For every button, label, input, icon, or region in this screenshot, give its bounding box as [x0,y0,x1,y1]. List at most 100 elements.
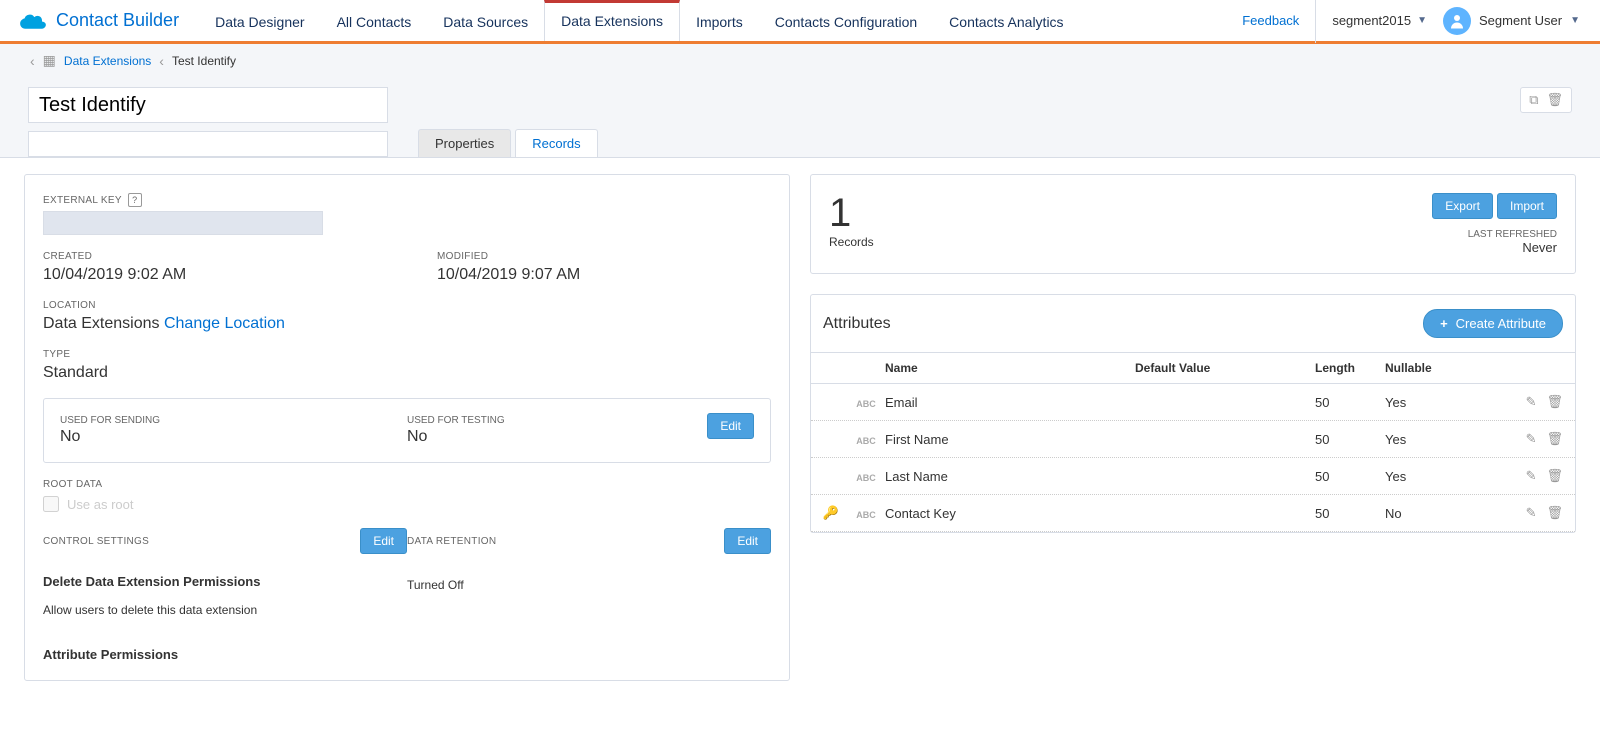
attributes-title: Attributes [823,315,891,333]
modified-value: 10/04/2019 9:07 AM [437,266,771,284]
data-retention-label: DATA RETENTION [407,536,496,547]
records-count: 1 [829,193,874,233]
root-data-label: ROOT DATA [43,479,771,490]
location-label: LOCATION [43,300,771,311]
trash-icon[interactable]: 🗑 [1546,394,1563,410]
app-title: Contact Builder [56,10,179,31]
breadcrumb-current: Test Identify [172,54,236,68]
import-button[interactable]: Import [1497,193,1557,219]
attr-name: Email [881,395,1135,410]
type-icon: ABC [851,469,881,484]
nav-tab-contacts-configuration[interactable]: Contacts Configuration [759,0,933,41]
records-label: Records [829,235,874,249]
table-header: Name Default Value Length Nullable [811,352,1575,384]
nav-tab-contacts-analytics[interactable]: Contacts Analytics [933,0,1079,41]
edit-control-settings-button[interactable]: Edit [360,528,407,554]
last-refreshed-value: Never [1468,240,1557,255]
content-tabs: PropertiesRecords [418,129,602,157]
modified-label: MODIFIED [437,251,771,262]
nav-tab-data-sources[interactable]: Data Sources [427,0,544,41]
table-row[interactable]: ABCFirst Name 50Yes ✎ 🗑 [811,421,1575,458]
used-testing-label: USED FOR TESTING [407,415,754,426]
attr-name: Contact Key [881,506,1135,521]
trash-icon[interactable]: 🗑 [1546,468,1563,484]
trash-icon[interactable]: 🗑 [1546,431,1563,447]
nav-right: Feedback segment2015 ▼ Segment User ▼ [1242,0,1600,43]
salesforce-cloud-icon [20,12,46,30]
type-icon: ABC [851,506,881,521]
change-location-link[interactable]: Change Location [164,315,285,332]
used-sending-value: No [60,428,407,446]
extension-name-input[interactable] [28,87,388,123]
col-length: Length [1315,361,1385,375]
external-key-label: EXTERNAL KEY ? [43,193,771,207]
edit-sending-button[interactable]: Edit [707,413,754,439]
control-settings-label: CONTROL SETTINGS [43,536,149,547]
attr-length: 50 [1315,506,1385,521]
table-row[interactable]: 🔑ABCContact Key50No✎🗑 [811,495,1575,532]
data-retention-value: Turned Off [407,578,771,592]
account-selector[interactable]: segment2015 ▼ [1315,0,1427,43]
user-name: Segment User [1479,13,1562,28]
top-nav: Contact Builder Data DesignerAll Contact… [0,0,1600,44]
location-value: Data Extensions Change Location [43,315,771,333]
created-label: CREATED [43,251,377,262]
col-default: Default Value [1135,361,1315,375]
nav-tab-all-contacts[interactable]: All Contacts [321,0,428,41]
edit-icon[interactable]: ✎ [1526,505,1537,521]
type-icon: ABC [851,395,881,410]
table-row[interactable]: ABCLast Name50Yes✎🗑 [811,458,1575,495]
external-key-field [43,211,323,235]
help-icon[interactable]: ? [128,193,142,207]
extension-description-input[interactable] [28,131,388,157]
attr-length: 50 [1315,432,1385,447]
trash-icon[interactable]: 🗑 [1546,505,1563,521]
attr-length: 50 [1315,395,1385,410]
attr-name: Last Name [881,469,1135,484]
attr-nullable: Yes [1385,395,1505,410]
copy-icon[interactable]: ⧉ [1529,92,1538,108]
edit-icon[interactable]: ✎ [1526,468,1537,484]
type-icon: ABC [851,432,881,447]
user-menu[interactable]: Segment User ▼ [1443,7,1580,35]
use-as-root-label: Use as root [67,497,133,512]
used-sending-label: USED FOR SENDING [60,415,407,426]
chevron-down-icon: ▼ [1570,15,1580,26]
properties-card: EXTERNAL KEY ? CREATED 10/04/2019 9:02 A… [24,174,790,681]
breadcrumb: ‹ ▦ Data Extensions ‹ Test Identify [0,44,1600,77]
delete-permissions-text: Allow users to delete this data extensio… [43,603,407,617]
trash-icon[interactable]: 🗑 [1546,92,1563,108]
attributes-table: Name Default Value Length Nullable ABCEm… [811,352,1575,532]
export-button[interactable]: Export [1432,193,1493,219]
edit-icon[interactable]: ✎ [1526,394,1537,410]
tab-properties[interactable]: Properties [418,129,511,157]
action-icon-group: ⧉ 🗑 [1520,87,1572,113]
nav-tab-data-extensions[interactable]: Data Extensions [544,0,680,41]
tab-records[interactable]: Records [515,129,597,157]
attr-nullable: Yes [1385,432,1505,447]
attributes-card: Attributes + Create Attribute Name Defau… [810,294,1576,533]
breadcrumb-link[interactable]: Data Extensions [64,54,151,68]
type-value: Standard [43,364,771,382]
chevron-icon: ‹ [159,53,164,69]
table-row[interactable]: ABCEmail 50Yes ✎ 🗑 [811,384,1575,421]
create-attribute-button[interactable]: + Create Attribute [1423,309,1563,338]
nav-tabs: Data DesignerAll ContactsData SourcesDat… [199,0,1242,41]
back-icon[interactable]: ‹ [30,53,35,69]
nav-tab-data-designer[interactable]: Data Designer [199,0,321,41]
avatar-icon [1443,7,1471,35]
chevron-down-icon: ▼ [1417,15,1427,26]
edit-icon[interactable]: ✎ [1526,431,1537,447]
logo-area: Contact Builder [0,10,199,31]
edit-data-retention-button[interactable]: Edit [724,528,771,554]
feedback-link[interactable]: Feedback [1242,13,1299,28]
attribute-permissions-title: Attribute Permissions [43,647,407,662]
sending-testing-box: USED FOR SENDING No USED FOR TESTING No … [43,398,771,463]
use-as-root-checkbox [43,496,59,512]
key-icon: 🔑 [811,505,851,521]
attr-name: First Name [881,432,1135,447]
title-area: PropertiesRecords ⧉ 🗑 [0,77,1600,157]
grid-icon[interactable]: ▦ [43,52,56,69]
nav-tab-imports[interactable]: Imports [680,0,759,41]
used-testing-value: No [407,428,754,446]
